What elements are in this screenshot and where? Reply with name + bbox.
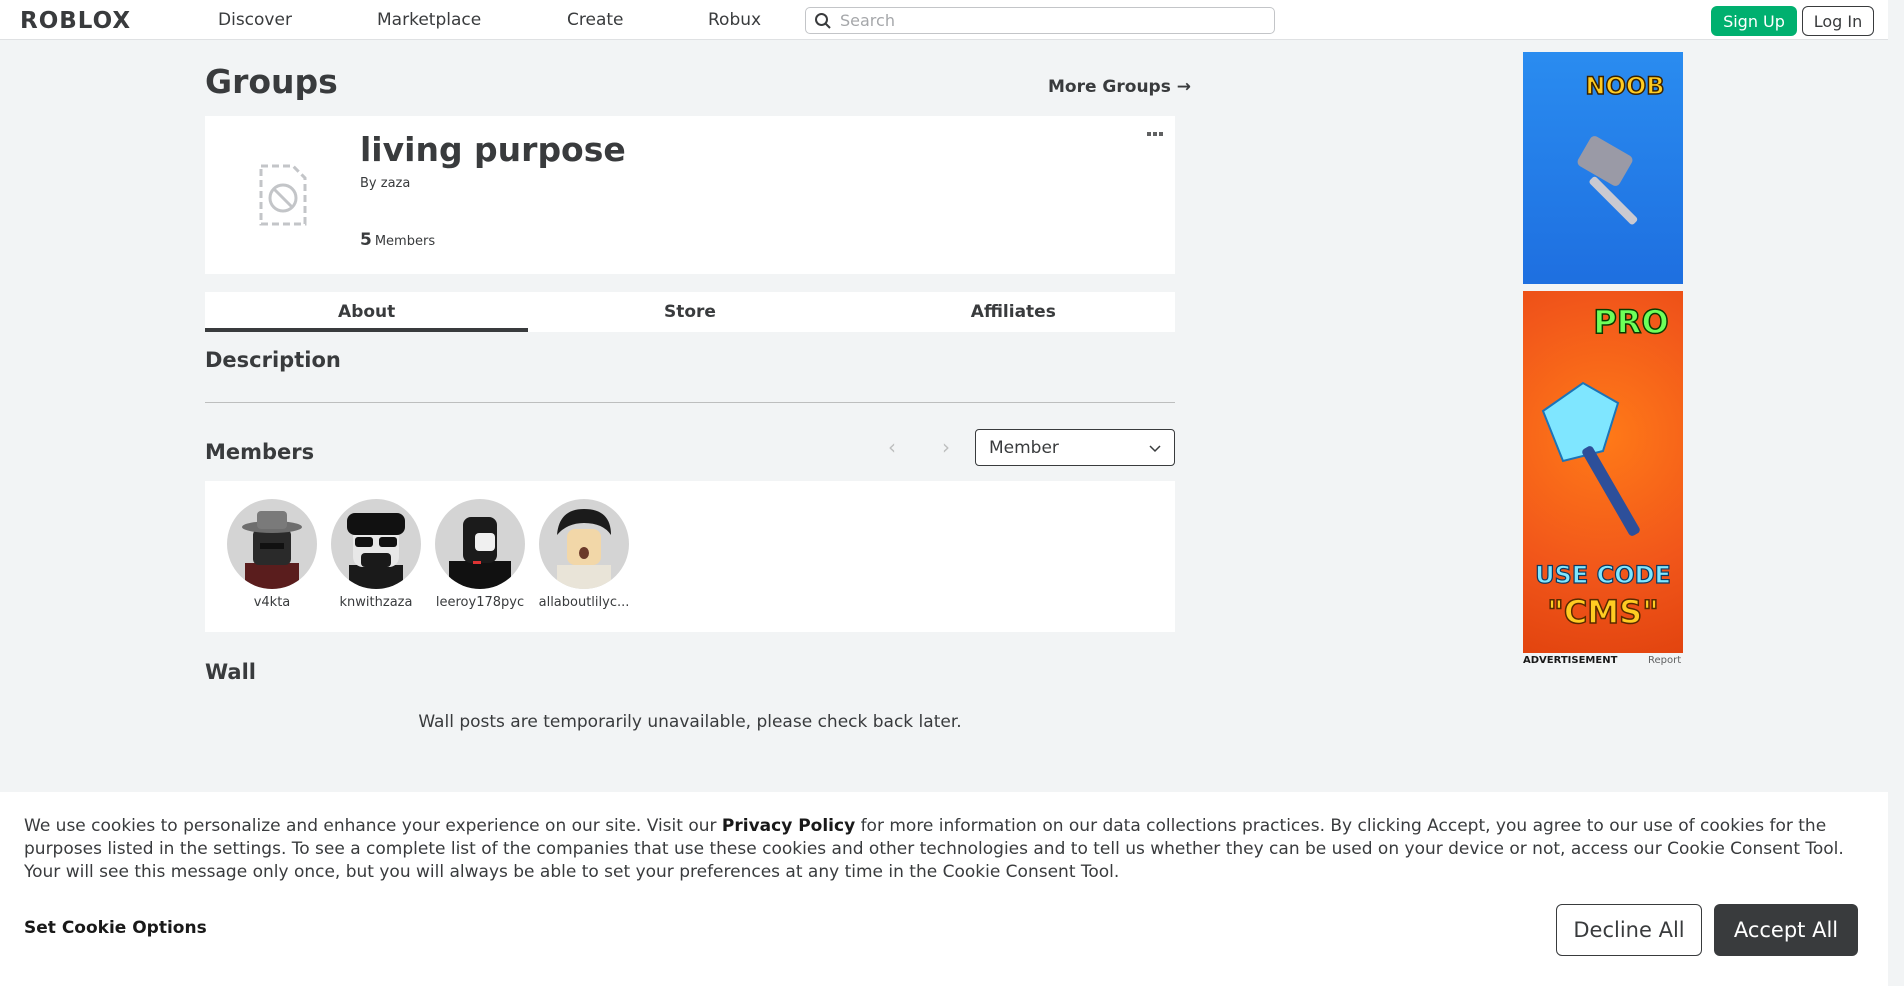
chevron-left-icon[interactable]: ‹: [888, 435, 896, 459]
nav-create[interactable]: Create: [567, 10, 624, 30]
chevron-right-icon[interactable]: ›: [942, 435, 950, 459]
tab-store[interactable]: Store: [528, 292, 851, 332]
role-select-value: Member: [989, 437, 1059, 458]
search-icon: [812, 10, 834, 32]
members-list: v4kta knwithzaza leeroy178pyc allaboutli…: [205, 481, 1175, 632]
member-item[interactable]: v4kta: [222, 499, 322, 610]
group-owner[interactable]: By zaza: [360, 176, 410, 191]
wall-heading: Wall: [205, 660, 256, 684]
page-title: Groups: [205, 62, 338, 101]
advertisement-banner-2[interactable]: PRO USE CODE "CMS": [1523, 291, 1683, 653]
avatar[interactable]: [539, 499, 629, 589]
wall-unavailable-message: Wall posts are temporarily unavailable, …: [418, 712, 962, 732]
member-item[interactable]: allaboutlilyc...: [534, 499, 634, 610]
avatar[interactable]: [435, 499, 525, 589]
ad-code-text: "CMS": [1547, 593, 1659, 631]
nav-discover[interactable]: Discover: [218, 10, 292, 30]
member-count-value: 5: [360, 230, 372, 250]
roblox-logo[interactable]: ROBLOX: [20, 8, 131, 34]
avatar[interactable]: [331, 499, 421, 589]
search-box[interactable]: [805, 7, 1275, 34]
more-groups-link[interactable]: More Groups →: [1048, 77, 1191, 97]
advertisement-label: ADVERTISEMENT: [1523, 655, 1618, 666]
more-options-icon[interactable]: [1147, 132, 1163, 136]
ad-use-code-text: USE CODE: [1535, 561, 1671, 589]
tab-affiliates[interactable]: Affiliates: [852, 292, 1175, 332]
ad-pro-text: PRO: [1593, 303, 1668, 341]
report-ad-link[interactable]: Report: [1648, 655, 1681, 666]
sign-up-button[interactable]: Sign Up: [1711, 6, 1797, 36]
ad-noob-text: NOOB: [1585, 72, 1664, 100]
cookie-text-part: We use cookies to personalize and enhanc…: [24, 816, 722, 836]
log-in-button[interactable]: Log In: [1802, 6, 1874, 36]
member-item[interactable]: leeroy178pyc: [430, 499, 530, 610]
member-name[interactable]: allaboutlilyc...: [534, 595, 634, 610]
group-emblem-placeholder-icon: [257, 162, 309, 228]
tab-about[interactable]: About: [205, 292, 529, 332]
group-tabs: About Store Affiliates: [205, 292, 1175, 332]
avatar[interactable]: [227, 499, 317, 589]
privacy-policy-link[interactable]: Privacy Policy: [722, 816, 855, 836]
members-heading: Members: [205, 440, 315, 464]
group-member-count: 5 Members: [360, 230, 435, 250]
top-navigation-bar: ROBLOX Discover Marketplace Create Robux…: [0, 0, 1904, 40]
scrollbar[interactable]: [1888, 0, 1904, 986]
member-name[interactable]: leeroy178pyc: [430, 595, 530, 610]
group-header-card: living purpose By zaza 5 Members: [205, 116, 1175, 274]
advertisement-banner-1[interactable]: NOOB: [1523, 52, 1683, 284]
member-name[interactable]: v4kta: [222, 595, 322, 610]
member-name[interactable]: knwithzaza: [326, 595, 426, 610]
cookie-banner: We use cookies to personalize and enhanc…: [0, 792, 1888, 986]
role-select[interactable]: Member: [975, 429, 1175, 466]
chevron-down-icon: [1149, 438, 1161, 458]
nav-robux[interactable]: Robux: [708, 10, 761, 30]
accept-all-button[interactable]: Accept All: [1714, 904, 1858, 956]
member-count-label: Members: [374, 234, 436, 249]
member-item[interactable]: knwithzaza: [326, 499, 426, 610]
description-heading: Description: [205, 348, 341, 372]
decline-all-button[interactable]: Decline All: [1556, 904, 1702, 956]
nav-marketplace[interactable]: Marketplace: [377, 10, 481, 30]
cookie-message: We use cookies to personalize and enhanc…: [24, 815, 1864, 884]
divider: [205, 402, 1175, 403]
group-name: living purpose: [360, 130, 626, 169]
set-cookie-options-link[interactable]: Set Cookie Options: [24, 918, 207, 938]
search-input[interactable]: [834, 11, 1254, 30]
